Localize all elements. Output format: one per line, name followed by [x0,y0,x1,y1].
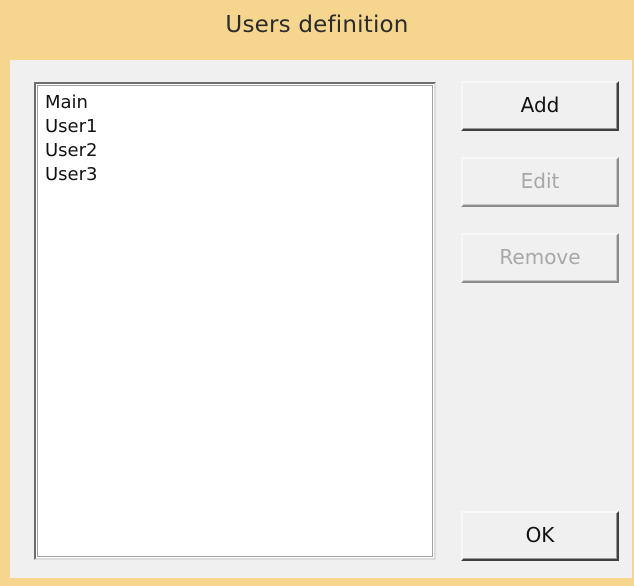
users-definition-dialog: Users definition Main User1 User2 User3 … [0,0,634,586]
title-bar[interactable]: Users definition [0,0,634,60]
users-list-items: Main User1 User2 User3 [38,91,432,187]
list-item-user2[interactable]: User2 [38,139,432,163]
users-listbox-frame: Main User1 User2 User3 [37,85,433,557]
add-button[interactable]: Add [461,81,619,131]
dialog-body: Main User1 User2 User3 Add Edit Remove O… [10,60,632,578]
ok-button[interactable]: OK [461,511,619,561]
list-item-main[interactable]: Main [38,91,432,115]
remove-button[interactable]: Remove [461,233,619,283]
window-title: Users definition [225,12,409,38]
list-item-user1[interactable]: User1 [38,115,432,139]
users-listbox[interactable]: Main User1 User2 User3 [34,82,436,560]
list-item-user3[interactable]: User3 [38,163,432,187]
edit-button[interactable]: Edit [461,157,619,207]
